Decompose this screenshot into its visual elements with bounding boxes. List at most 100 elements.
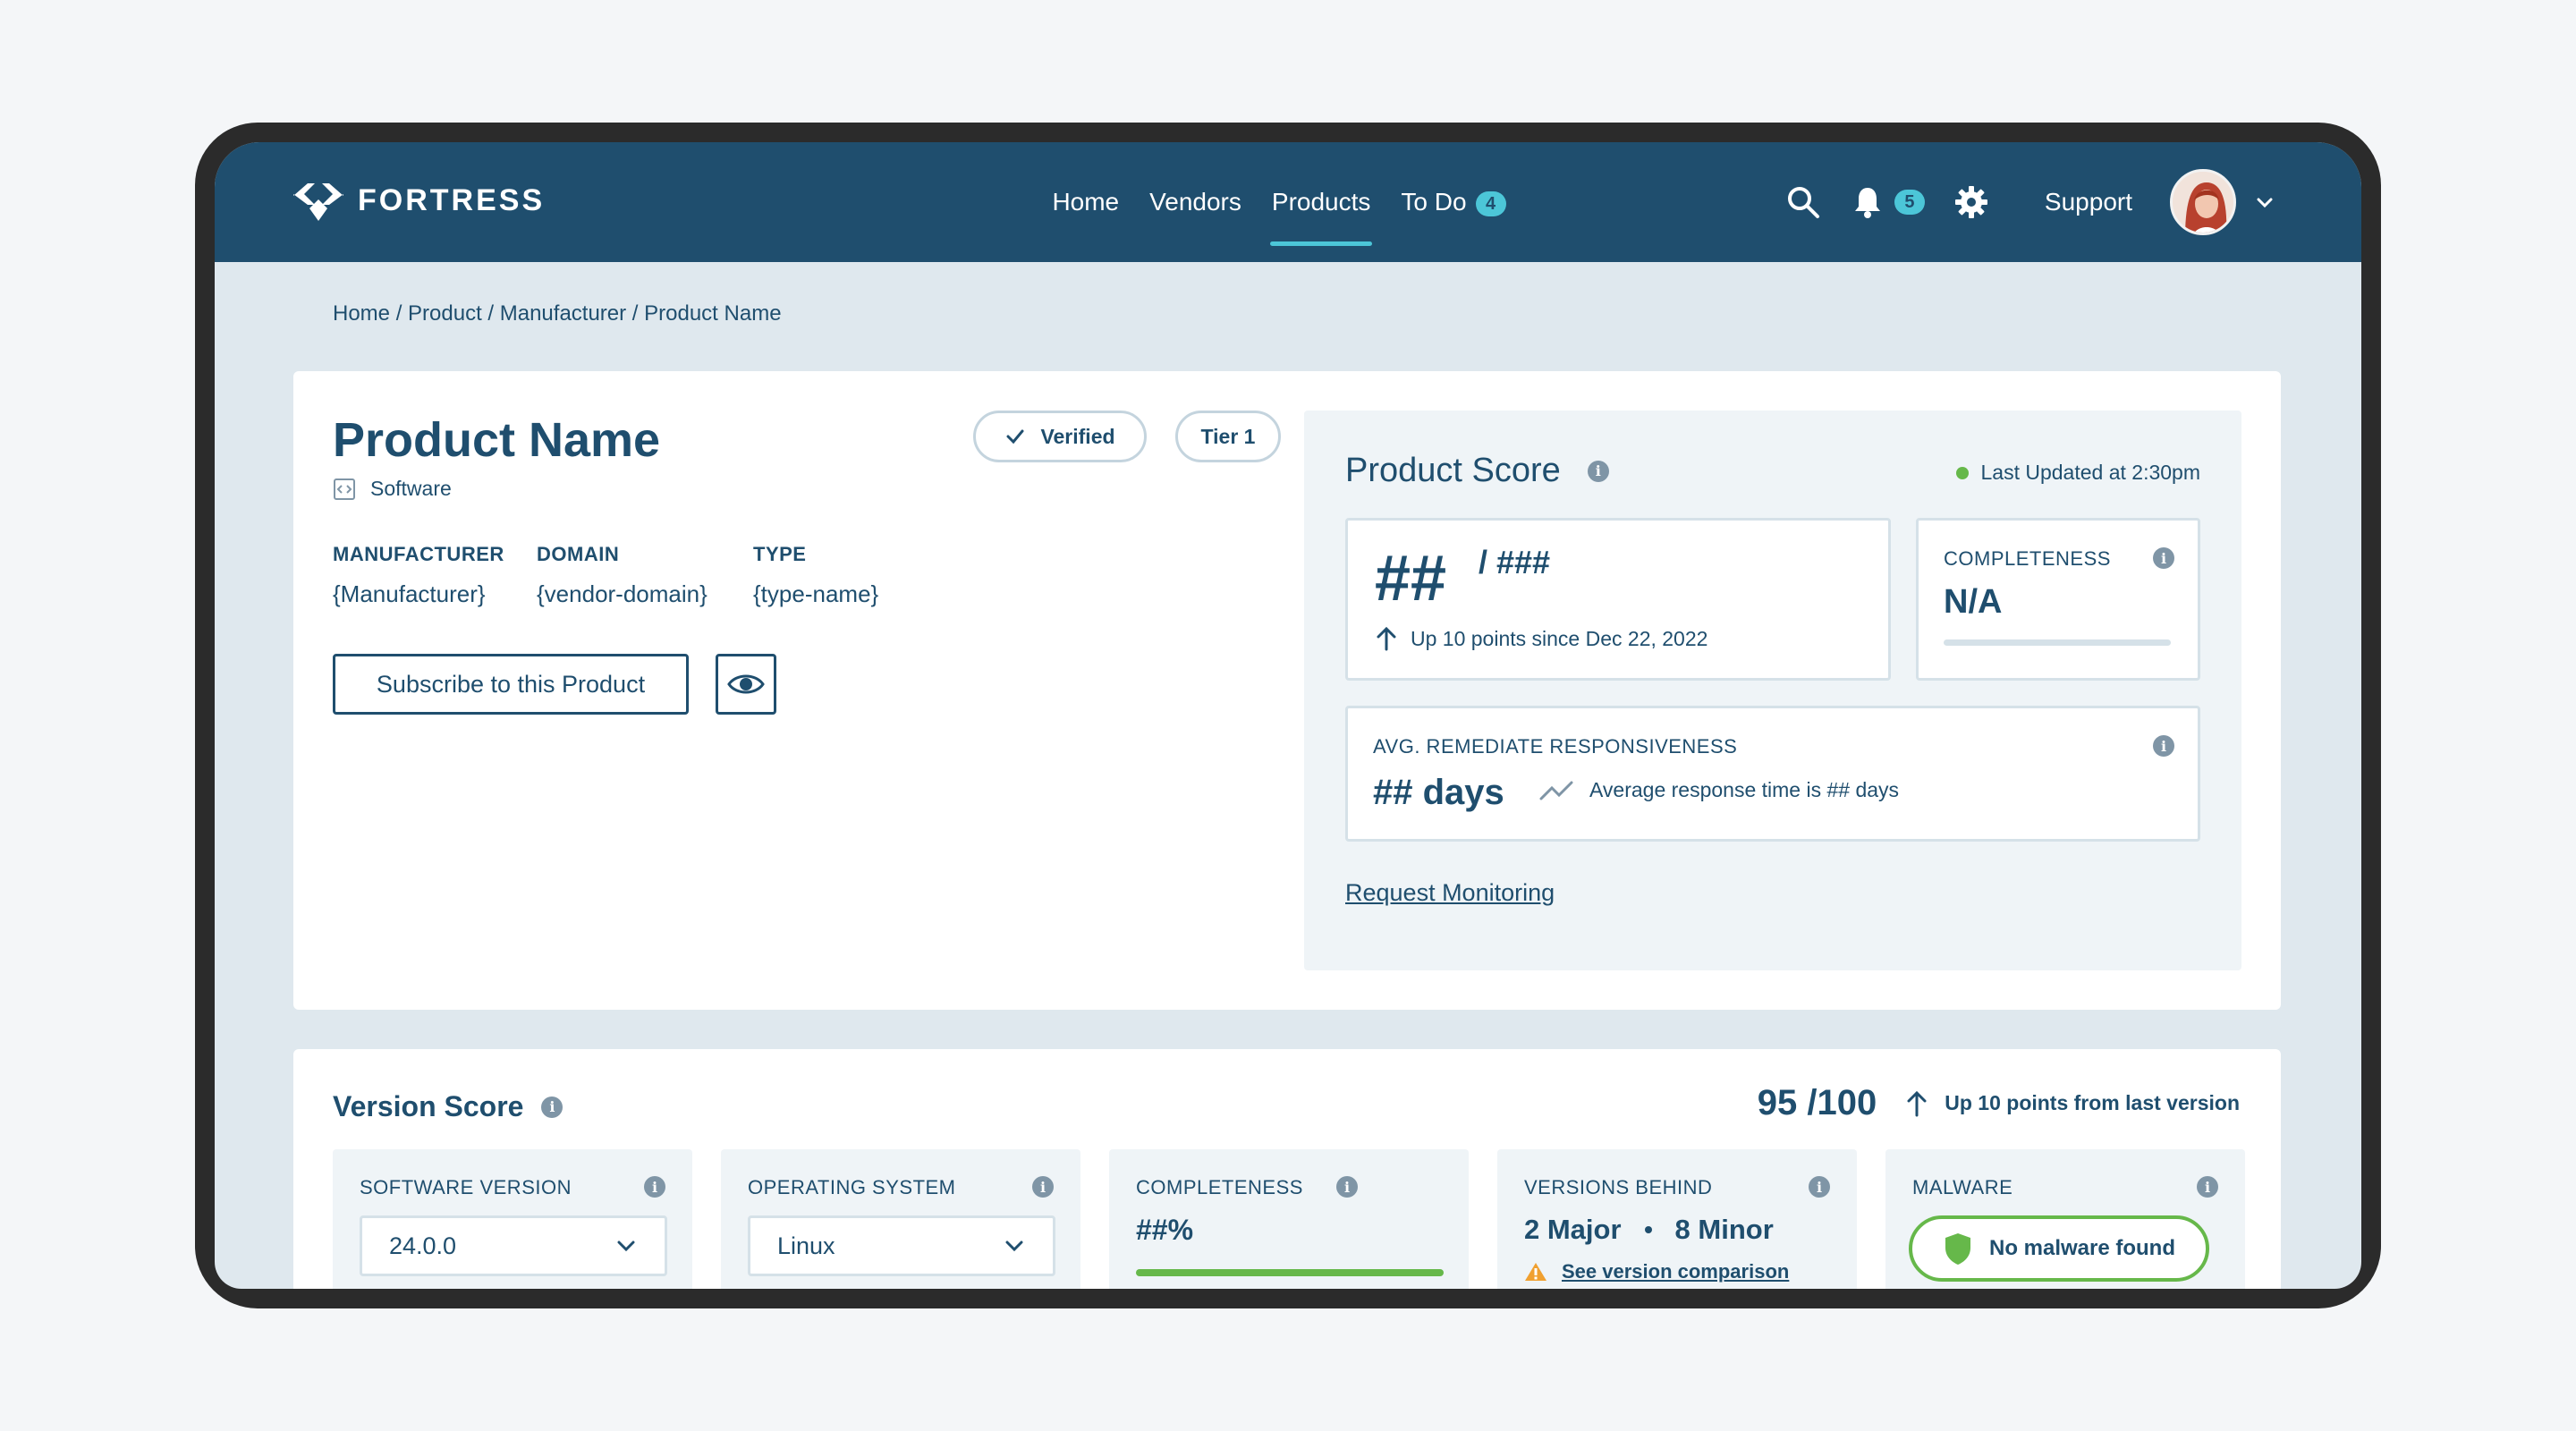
subscribe-button[interactable]: Subscribe to this Product [333, 654, 689, 715]
account-menu-toggle[interactable] [2254, 191, 2275, 213]
minor-versions-behind: 8 Minor [1674, 1214, 1774, 1245]
completeness-card: COMPLETENESS i N/A [1916, 518, 2200, 681]
nav-todo[interactable]: To Do 4 [1399, 142, 1507, 262]
version-score-trend: Up 10 points from last version [1945, 1091, 2240, 1114]
notifications-button[interactable]: 5 [1850, 184, 1925, 220]
software-version-label: SOFTWARE VERSION [360, 1176, 572, 1198]
avatar-portrait-icon [2173, 172, 2233, 233]
info-icon[interactable]: i [2197, 1176, 2218, 1198]
product-type-label: Software [370, 477, 452, 500]
versions-behind-label: VERSIONS BEHIND [1524, 1176, 1713, 1198]
user-avatar[interactable] [2170, 169, 2236, 235]
status-dot-icon [1955, 466, 1969, 479]
type-label: TYPE [753, 543, 807, 565]
code-box-icon [334, 478, 355, 500]
tier-badge: Tier 1 [1175, 411, 1281, 462]
notifications-count-badge: 5 [1894, 190, 1925, 215]
info-icon[interactable]: i [2153, 547, 2174, 569]
product-score-heading: Product Score [1345, 452, 1561, 489]
version-score-value: 95 /100 [1757, 1083, 1877, 1122]
completeness-progress-bar [1944, 639, 2171, 646]
info-icon[interactable]: i [1032, 1176, 1054, 1198]
info-icon[interactable]: i [644, 1176, 665, 1198]
device-frame: FORTRESS Home Vendors Products To Do 4 5… [195, 123, 2381, 1308]
completeness-value: N/A [1944, 583, 2003, 621]
manufacturer-value: {Manufacturer} [333, 580, 486, 607]
score-value: ## [1375, 543, 1447, 614]
product-panel: Product Name Software Verified Tier 1 MA… [293, 371, 2281, 1010]
version-completeness-card: COMPLETENESS i ##% [1109, 1149, 1469, 1289]
responsiveness-value: ## days [1373, 773, 1504, 812]
info-icon[interactable]: i [2153, 735, 2174, 757]
score-card: ## / ### Up 10 points since Dec 22, 2022 [1345, 518, 1891, 681]
version-completeness-progress-bar [1136, 1269, 1444, 1276]
version-comparison-link[interactable]: See version comparison [1524, 1260, 1789, 1283]
shield-icon [1945, 1233, 1970, 1265]
completeness-label: COMPLETENESS [1944, 547, 2111, 570]
page-title: Product Name [333, 413, 661, 467]
trend-line-icon [1539, 781, 1573, 800]
verified-label: Verified [1040, 424, 1115, 448]
check-icon [1006, 429, 1024, 445]
nav-products-label: Products [1271, 188, 1371, 216]
versions-behind-card: VERSIONS BEHIND i 2 Major 8 Minor See ve… [1497, 1149, 1857, 1289]
chevron-down-icon [2257, 198, 2273, 208]
info-icon[interactable]: i [541, 1096, 564, 1118]
nav-vendors-label: Vendors [1149, 188, 1241, 216]
responsiveness-sub-text: Average response time is ## days [1589, 778, 1900, 801]
info-icon[interactable]: i [1587, 460, 1609, 482]
breadcrumb[interactable]: Home / Product / Manufacturer / Product … [333, 301, 782, 326]
manufacturer-label: MANUFACTURER [333, 543, 504, 565]
support-link[interactable]: Support [2045, 188, 2132, 216]
todo-count-badge: 4 [1475, 191, 1506, 216]
version-completeness-value: ##% [1136, 1214, 1194, 1246]
type-value: {type-name} [753, 580, 879, 607]
domain-value: {vendor-domain} [537, 580, 708, 607]
info-icon[interactable]: i [1809, 1176, 1830, 1198]
version-completeness-label: COMPLETENESS [1136, 1176, 1303, 1198]
software-version-select[interactable]: 24.0.0 [360, 1215, 667, 1276]
malware-card: MALWARE i No malware found [1885, 1149, 2245, 1289]
watch-button[interactable] [716, 654, 776, 715]
responsiveness-card: AVG. REMEDIATE RESPONSIVENESS i ## days … [1345, 706, 2200, 842]
tier-label: Tier 1 [1200, 424, 1256, 448]
search-button[interactable] [1785, 184, 1821, 220]
request-monitoring-link[interactable]: Request Monitoring [1345, 879, 1555, 907]
responsiveness-sub: Average response time is ## days [1539, 778, 1899, 802]
operating-system-card: OPERATING SYSTEM i Linux [721, 1149, 1080, 1289]
app-screen: FORTRESS Home Vendors Products To Do 4 5… [215, 142, 2361, 1289]
nav-products[interactable]: Products [1269, 142, 1373, 262]
nav-todo-label: To Do [1401, 188, 1467, 216]
software-version-card: SOFTWARE VERSION i 24.0.0 [333, 1149, 692, 1289]
nav-vendors[interactable]: Vendors [1148, 142, 1243, 262]
domain-label: DOMAIN [537, 543, 620, 565]
operating-system-select[interactable]: Linux [748, 1215, 1055, 1276]
search-icon [1787, 187, 1819, 218]
version-comparison-text: See version comparison [1562, 1260, 1790, 1283]
header-actions: 5 Support [1785, 142, 2275, 262]
version-score-title: Version Score i [333, 1090, 564, 1123]
major-versions-behind: 2 Major [1524, 1214, 1622, 1245]
nav-home-label: Home [1052, 188, 1120, 216]
last-updated-text: Last Updated at 2:30pm [1980, 461, 2201, 484]
separator-dot [1644, 1226, 1652, 1233]
settings-button[interactable] [1953, 184, 1989, 220]
eye-icon [727, 674, 765, 694]
malware-label: MALWARE [1912, 1176, 2013, 1198]
top-nav-bar: FORTRESS Home Vendors Products To Do 4 5… [215, 142, 2361, 262]
malware-status-badge: No malware found [1909, 1215, 2209, 1282]
last-updated: Last Updated at 2:30pm [1955, 461, 2201, 485]
verified-badge: Verified [973, 411, 1147, 462]
nav-home[interactable]: Home [1050, 142, 1121, 262]
arrow-up-icon [1377, 626, 1396, 651]
chevron-down-icon [1005, 1240, 1023, 1252]
software-version-value: 24.0.0 [389, 1232, 457, 1259]
chevron-down-icon [617, 1240, 635, 1252]
product-type: Software [333, 477, 452, 501]
version-score-heading: Version Score [333, 1090, 524, 1122]
info-icon[interactable]: i [1336, 1176, 1358, 1198]
gear-icon [1954, 186, 1987, 218]
malware-status-text: No malware found [1988, 1236, 2176, 1260]
responsiveness-label: AVG. REMEDIATE RESPONSIVENESS [1373, 735, 1738, 758]
version-score-summary: 95 /100 Up 10 points from last version [1758, 1083, 2240, 1123]
